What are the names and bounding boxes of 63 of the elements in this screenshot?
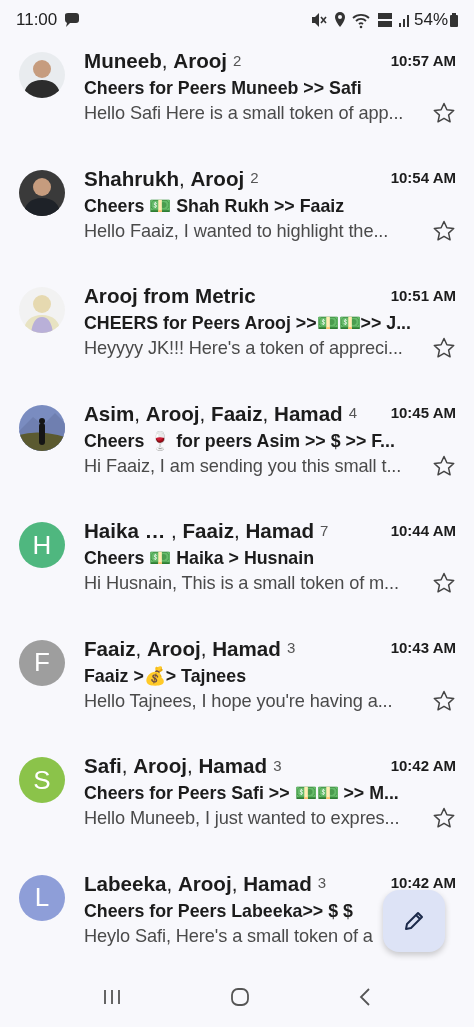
thread-count: 3 (273, 755, 282, 776)
email-time: 10:45 AM (390, 403, 456, 424)
sender-names: Arooj from Metric (84, 283, 256, 309)
email-subject: Cheers for Peers Safi >> 💵💵 >> M... (84, 782, 399, 805)
thread-count: 7 (320, 520, 329, 541)
email-subject: Cheers 💵 Haika > Husnain (84, 547, 315, 570)
email-snippet: Hello Muneeb, I just wanted to expres... (84, 807, 400, 830)
email-snippet: Hello Tajnees, I hope you're having a... (84, 689, 393, 713)
sender-names: Shahrukh, Arooj (84, 165, 245, 192)
email-time: 10:44 AM (390, 520, 456, 541)
recent-apps-icon[interactable] (101, 987, 123, 1007)
star-icon[interactable] (432, 688, 456, 713)
star-icon[interactable] (432, 453, 456, 478)
home-icon[interactable] (229, 986, 251, 1008)
email-snippet: Hello Safi Here is a small token of app... (84, 102, 404, 125)
star-icon[interactable] (432, 806, 456, 830)
compose-button[interactable] (383, 890, 445, 952)
sender-names: Labeeka, Arooj, Hamad (84, 870, 312, 897)
email-time: 10:57 AM (390, 50, 456, 71)
avatar: F (19, 639, 65, 686)
email-subject: Cheers 🍷 for peers Asim >> $ >> F... (84, 429, 395, 453)
email-time: 10:54 AM (390, 168, 456, 189)
email-snippet: Heyyyy JK!!! Here's a token of appreci... (84, 337, 403, 360)
email-snippet: Hi Husnain, This is a small token of m... (84, 572, 399, 595)
email-subject: Cheers for Peers Labeeka>> $ $ (84, 899, 353, 923)
sender-names: Faaiz, Arooj, Hamad (84, 635, 281, 662)
thread-count: 4 (348, 403, 358, 424)
email-time: 10:43 AM (390, 638, 456, 659)
thread-count: 3 (286, 638, 296, 659)
star-icon[interactable] (432, 218, 456, 243)
email-snippet: Heylo Safi, Here's a small token of a (84, 924, 373, 948)
star-icon[interactable] (432, 101, 456, 125)
email-subject: Cheers 💵 Shah Rukh >> Faaiz (84, 194, 345, 218)
email-snippet: Hello Faaiz, I wanted to highlight the... (84, 219, 389, 243)
battery-percent: 54% (413, 9, 448, 32)
back-icon[interactable] (357, 986, 373, 1008)
status-time: 11:00 (16, 9, 58, 32)
volte-icon (376, 11, 393, 29)
thread-count: 2 (233, 50, 242, 71)
location-icon (332, 11, 347, 29)
thread-count: 3 (317, 873, 327, 894)
email-time: 10:51 AM (390, 285, 456, 306)
email-subject: Cheers for Peers Muneeb >> Safi (84, 77, 362, 100)
email-subject: CHEERS for Peers Arooj >>💵💵>> J... (84, 312, 411, 335)
avatar: H (19, 522, 65, 568)
pencil-icon (402, 909, 426, 933)
email-subject: Faaiz >💰> Tajnees (84, 664, 247, 688)
mute-icon (309, 11, 328, 29)
sender-names: Haika … , Faaiz, Hamad (84, 518, 315, 544)
star-icon[interactable] (432, 336, 456, 360)
sender-names: Safi, Arooj, Hamad (84, 753, 268, 779)
avatar: S (19, 757, 65, 803)
chat-bubble-icon (63, 11, 82, 29)
email-snippet: Hi Faaiz, I am sending you this small t... (84, 454, 402, 478)
sender-names: Asim, Arooj, Faaiz, Hamad (84, 400, 343, 427)
thread-count: 2 (250, 168, 259, 189)
email-time: 10:42 AM (390, 755, 456, 776)
email-time: 10:42 AM (390, 873, 456, 894)
wifi-icon (351, 11, 372, 29)
battery-icon (448, 11, 460, 29)
avatar: L (19, 874, 65, 921)
sender-names: Muneeb, Arooj (84, 48, 228, 74)
star-icon[interactable] (432, 571, 456, 595)
